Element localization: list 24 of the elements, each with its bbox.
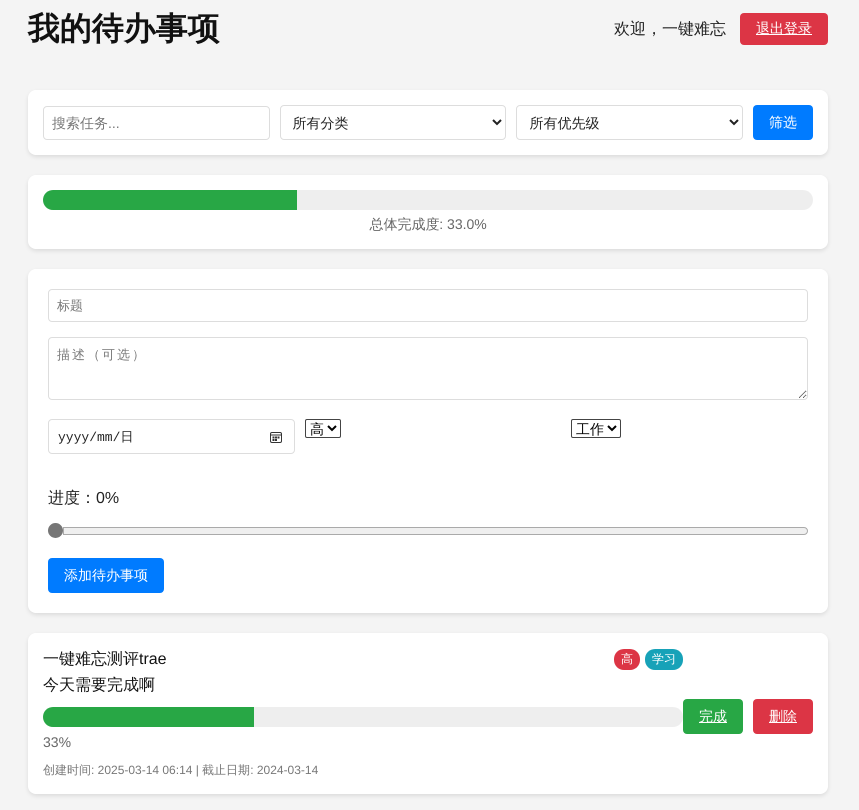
logout-button[interactable]: 退出登录 — [740, 13, 828, 45]
completion-label: 总体完成度: 33.0% — [368, 216, 488, 234]
add-task-button[interactable]: 添加待办事项 — [48, 558, 164, 593]
search-field[interactable]: 搜索任务... — [43, 106, 270, 140]
task-description: 今天需要完成啊 — [43, 676, 156, 696]
page-title: 我的待办事项 — [28, 9, 220, 48]
calendar-icon[interactable] — [270, 430, 282, 442]
category-select[interactable]: 工作 — [571, 419, 621, 438]
tag: 学习 — [645, 648, 683, 670]
description-field[interactable]: 描述（可选） — [48, 337, 808, 400]
priority-select[interactable]: 所有优先级 — [516, 105, 744, 140]
category-select[interactable]: 所有分类 — [280, 105, 506, 140]
progress-label: 进度：0% — [48, 488, 120, 509]
welcome-text: 欢迎，一键难忘 — [614, 19, 726, 40]
date-field[interactable]: yyyy/mm/日 — [48, 419, 295, 454]
tag: 高 — [614, 648, 640, 670]
slider-thumb[interactable] — [48, 523, 63, 538]
title-field[interactable]: 标题 — [48, 289, 808, 322]
task-title: 一键难忘测评trae — [43, 649, 167, 670]
task-percent: 33% — [43, 734, 72, 750]
task-meta: 创建时间: 2025-03-14 06:14 | 截止日期: 2024-03-14 — [43, 762, 320, 779]
delete-button[interactable]: 删除 — [753, 699, 813, 734]
priority-select[interactable]: 高 — [305, 419, 341, 438]
filter-button[interactable]: 筛选 — [753, 105, 814, 140]
